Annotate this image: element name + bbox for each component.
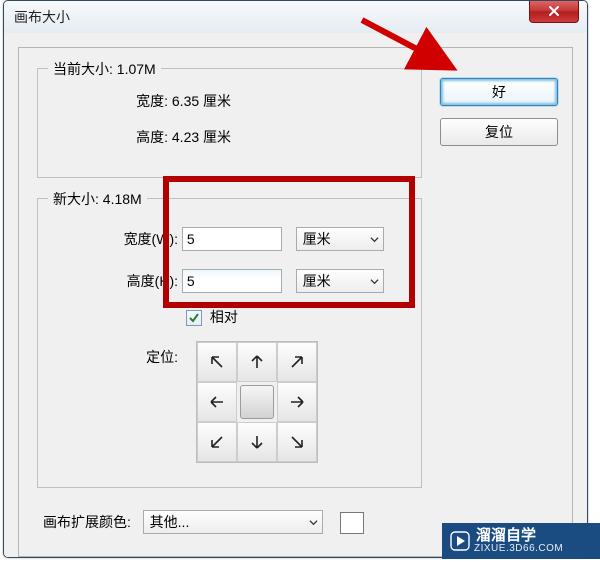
current-width-label: 宽度: xyxy=(38,91,168,111)
extension-color-select[interactable]: 其他... xyxy=(143,510,323,534)
arrow-n-icon xyxy=(247,352,267,372)
relative-checkbox[interactable] xyxy=(186,310,202,326)
close-icon xyxy=(548,5,560,17)
anchor-w[interactable] xyxy=(197,382,237,422)
extension-color-value: 其他... xyxy=(150,512,190,532)
current-size-group: 当前大小: 1.07M 宽度: 6.35 厘米 高度: 4.23 厘米 xyxy=(37,68,422,178)
relative-label: 相对 xyxy=(210,309,238,325)
chevron-down-icon xyxy=(370,277,379,286)
anchor-label: 定位: xyxy=(38,347,178,367)
height-unit-select[interactable]: 厘米 xyxy=(296,269,384,293)
close-button[interactable] xyxy=(529,0,579,23)
arrow-nw-icon xyxy=(207,352,227,372)
dialog-title: 画布大小 xyxy=(14,7,70,27)
arrow-w-icon xyxy=(207,392,227,412)
width-unit-select[interactable]: 厘米 xyxy=(296,227,384,251)
new-height-label: 高度(H): xyxy=(38,271,178,291)
width-input[interactable] xyxy=(182,227,282,251)
anchor-nw[interactable] xyxy=(197,342,237,382)
current-size-legend: 当前大小: 1.07M xyxy=(48,59,161,79)
new-size-legend: 新大小: 4.18M xyxy=(48,189,147,209)
width-unit-value: 厘米 xyxy=(303,229,331,249)
new-width-label: 宽度(W): xyxy=(38,229,178,249)
current-width-value: 6.35 厘米 xyxy=(172,91,231,111)
check-icon xyxy=(188,312,200,324)
extension-color-label: 画布扩展颜色: xyxy=(43,514,131,530)
anchor-sw[interactable] xyxy=(197,422,237,462)
watermark-url: ZIXUE.3D66.COM xyxy=(474,544,563,555)
arrow-s-icon xyxy=(247,432,267,452)
chevron-down-icon xyxy=(370,235,379,244)
anchor-se[interactable] xyxy=(277,422,317,462)
current-height-value: 4.23 厘米 xyxy=(172,127,231,147)
reset-button-label: 复位 xyxy=(485,122,513,142)
new-size-group: 新大小: 4.18M 宽度(W): 厘米 高度(H): xyxy=(37,198,422,488)
anchor-ne[interactable] xyxy=(277,342,317,382)
chevron-down-icon xyxy=(309,518,318,527)
arrow-se-icon xyxy=(287,432,307,452)
ok-button-label: 好 xyxy=(492,82,506,102)
anchor-e[interactable] xyxy=(277,382,317,422)
dialog-body: 好 复位 当前大小: 1.07M 宽度: 6.35 厘米 高度: 4.23 厘米 xyxy=(4,33,587,557)
watermark-badge: 溜溜自学 ZIXUE.3D66.COM xyxy=(442,523,600,559)
extension-color-swatch[interactable] xyxy=(340,512,364,534)
height-unit-value: 厘米 xyxy=(303,271,331,291)
height-input[interactable] xyxy=(182,269,282,293)
canvas-size-dialog: 画布大小 好 复位 当前大小: 1.07M xyxy=(3,0,588,558)
watermark-brand: 溜溜自学 xyxy=(476,528,563,544)
current-height-label: 高度: xyxy=(38,127,168,147)
reset-button[interactable]: 复位 xyxy=(440,118,558,146)
arrow-sw-icon xyxy=(207,432,227,452)
arrow-ne-icon xyxy=(287,352,307,372)
anchor-s[interactable] xyxy=(237,422,277,462)
dialog-panel: 好 复位 当前大小: 1.07M 宽度: 6.35 厘米 高度: 4.23 厘米 xyxy=(18,47,573,557)
anchor-grid xyxy=(196,341,318,463)
anchor-center[interactable] xyxy=(240,385,274,419)
title-bar[interactable]: 画布大小 xyxy=(4,1,587,34)
ok-button[interactable]: 好 xyxy=(440,78,558,106)
arrow-e-icon xyxy=(287,392,307,412)
play-circle-icon xyxy=(450,531,470,551)
anchor-n[interactable] xyxy=(237,342,277,382)
